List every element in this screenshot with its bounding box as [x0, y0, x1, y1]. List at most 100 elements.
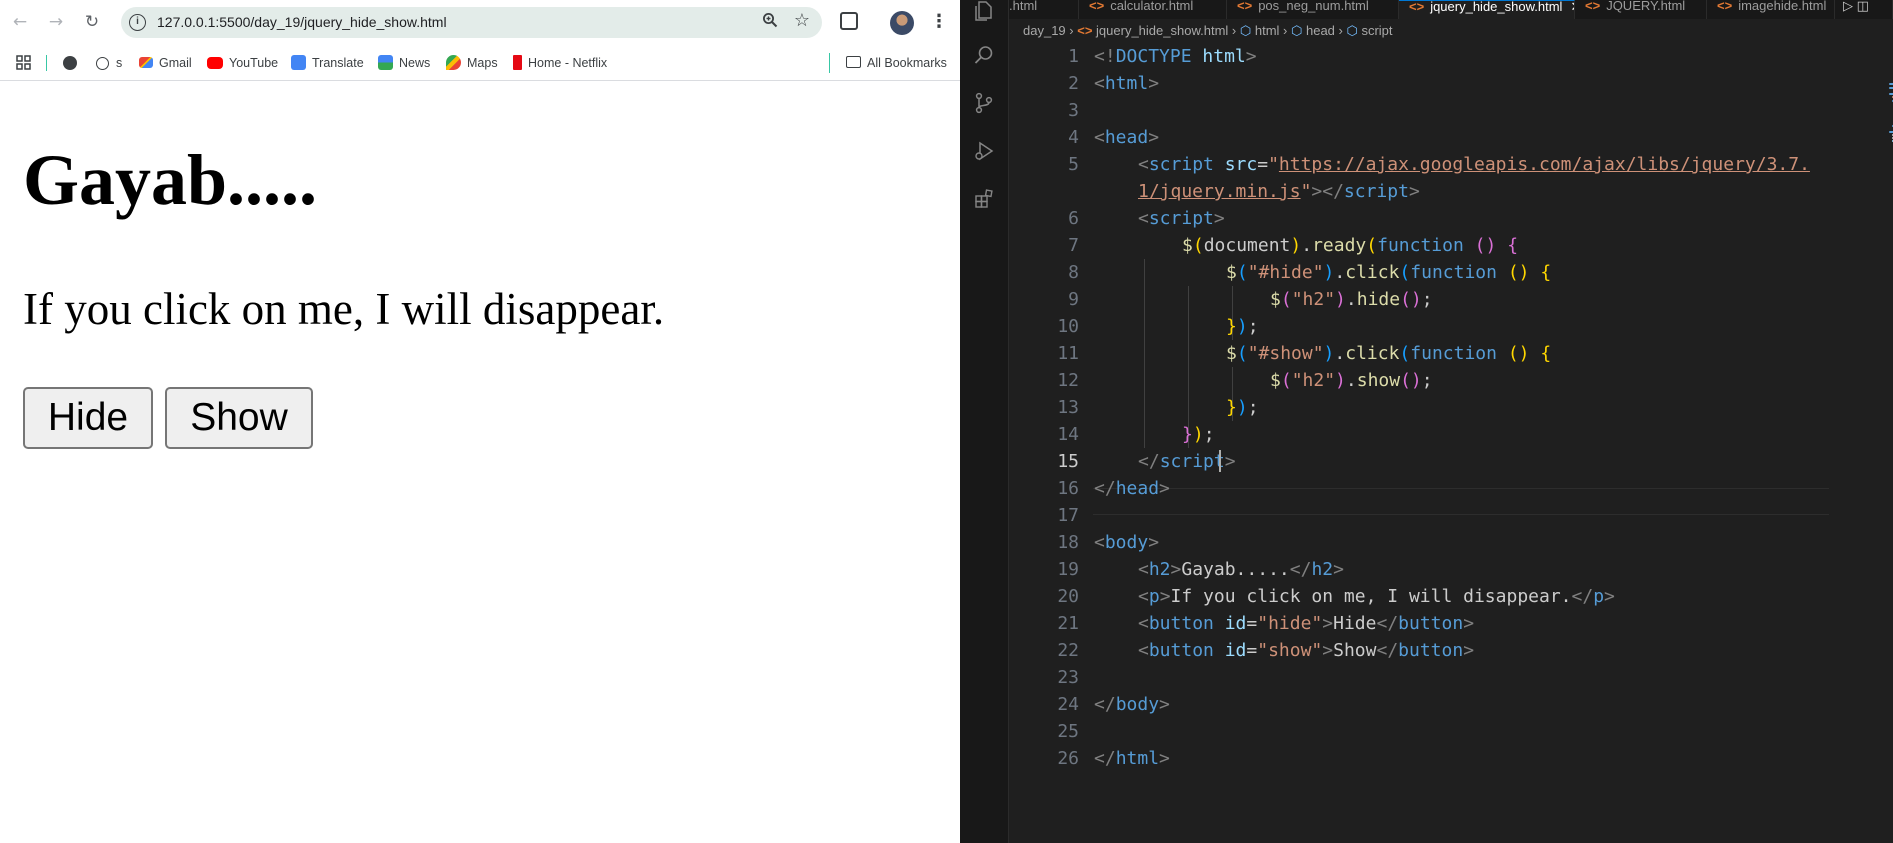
code-line: <button id="show">Show</button>: [1138, 640, 1475, 661]
chevron-right-icon: ›: [1231, 23, 1240, 38]
line-number: 24: [1057, 694, 1079, 715]
run-icon[interactable]: ▷: [1843, 0, 1853, 13]
minimap-line: [1889, 131, 1893, 133]
breadcrumb-folder[interactable]: day_19: [1023, 23, 1066, 38]
code-line: $("h2").show();: [1270, 370, 1433, 391]
code-line: });: [1226, 316, 1259, 337]
forward-arrow-icon[interactable]: →: [44, 10, 68, 34]
tab-jquery[interactable]: <> JQUERY.html: [1575, 0, 1707, 19]
tab-jquery-hide-show[interactable]: <>jquery_hide_show.html✕: [1399, 0, 1575, 19]
url-text[interactable]: 127.0.0.1:5500/day_19/jquery_hide_show.h…: [157, 7, 447, 38]
chevron-right-icon: ›: [1283, 23, 1291, 38]
search-icon[interactable]: [972, 44, 996, 68]
minimap-line: [1889, 87, 1893, 89]
line-number: 22: [1057, 640, 1079, 661]
line-number: 3: [1068, 100, 1079, 121]
code-line: $(document).ready(function () {: [1182, 235, 1519, 256]
bookmark-history[interactable]: s: [96, 45, 122, 81]
line-number: 14: [1057, 424, 1079, 445]
element-icon: ⬡: [1346, 23, 1358, 38]
breadcrumb-head[interactable]: head: [1306, 23, 1335, 38]
reload-icon[interactable]: ↻: [80, 10, 104, 34]
line-number: 4: [1068, 127, 1079, 148]
show-button[interactable]: Show: [165, 387, 313, 449]
all-bookmarks-folder[interactable]: All Bookmarks: [846, 45, 947, 81]
tab-imagehide[interactable]: <> imagehide.html: [1707, 0, 1835, 19]
code-line: });: [1182, 424, 1215, 445]
line-number: 15: [1057, 451, 1079, 472]
html-file-icon: <>: [1089, 0, 1105, 13]
line-number: 16: [1057, 478, 1079, 499]
apps-grid-icon[interactable]: [16, 45, 31, 81]
back-arrow-icon[interactable]: ←: [8, 10, 32, 34]
line-number: 1: [1068, 46, 1079, 67]
bookmark-translate[interactable]: Translate: [291, 45, 364, 81]
address-bar[interactable]: i 127.0.0.1:5500/day_19/jquery_hide_show…: [121, 7, 822, 38]
breadcrumb-script[interactable]: script: [1361, 23, 1392, 38]
activity-bar: [960, 0, 1009, 843]
hide-button[interactable]: Hide: [23, 387, 153, 449]
extensions-icon[interactable]: [972, 188, 996, 212]
text-cursor: [1219, 450, 1221, 472]
tab-calculator[interactable]: <> calculator.html: [1079, 0, 1227, 19]
code-line-wrapped: 1/jquery.min.js"></script>: [1138, 181, 1420, 202]
extensions-icon[interactable]: [840, 12, 858, 30]
explorer-icon[interactable]: [972, 0, 996, 24]
bookmark-star-icon[interactable]: ☆: [794, 10, 810, 31]
bookmark-youtube[interactable]: YouTube: [207, 45, 278, 81]
profile-avatar[interactable]: [890, 11, 914, 35]
code-line: <html>: [1094, 73, 1160, 94]
line-number: 20: [1057, 586, 1079, 607]
zoom-icon[interactable]: [762, 12, 778, 32]
web-page-content: Gayab..... If you click on me, I will di…: [0, 81, 960, 843]
tab-html[interactable]: .html: [1009, 0, 1079, 19]
line-number: 7: [1068, 235, 1079, 256]
netflix-icon: [513, 55, 522, 70]
breadcrumb-html[interactable]: html: [1255, 23, 1280, 38]
news-icon: [378, 55, 393, 70]
code-line: <head>: [1094, 127, 1160, 148]
youtube-icon: [207, 57, 223, 69]
menu-kebab-icon[interactable]: ⋮: [930, 9, 948, 33]
minimap-line: [1889, 93, 1893, 95]
split-editor-icon[interactable]: ◫: [1857, 0, 1869, 13]
history-icon: [96, 57, 109, 70]
editor-actions: ▷ ◫: [1835, 0, 1893, 19]
html-file-icon: <>: [1585, 0, 1601, 13]
code-line: <h2>Gayab.....</h2>: [1138, 559, 1344, 580]
line-number: 17: [1057, 505, 1079, 526]
minimap-line: [1889, 83, 1893, 85]
code-editor-window: .html <> calculator.html <> pos_neg_num.ht…: [960, 0, 1893, 843]
bookmark-netflix[interactable]: Home - Netflix: [513, 45, 607, 81]
code-line: $("h2").hide();: [1270, 289, 1433, 310]
code-line: </head>: [1094, 478, 1170, 499]
site-info-icon[interactable]: i: [129, 14, 146, 31]
code-line: });: [1226, 397, 1259, 418]
minimap[interactable]: [1889, 83, 1893, 143]
code-line: $("#show").click(function () {: [1226, 343, 1552, 364]
element-icon: ⬡: [1291, 23, 1303, 38]
indent-guide: [1144, 259, 1145, 448]
line-number: 21: [1057, 613, 1079, 634]
run-debug-icon[interactable]: [972, 140, 996, 164]
html-file-icon: <>: [1717, 0, 1733, 13]
breadcrumb-file[interactable]: jquery_hide_show.html: [1096, 23, 1228, 38]
line-number: 18: [1057, 532, 1079, 553]
bookmark-globe[interactable]: [63, 45, 83, 81]
gmail-icon: [139, 57, 153, 68]
browser-toolbar: ← → ↻ i 127.0.0.1:5500/day_19/jquery_hid…: [0, 0, 960, 45]
source-control-icon[interactable]: [972, 92, 996, 116]
code-area[interactable]: 1 2 3 4 5 6 7 8 9 10 11 12 13 14 15 16 1…: [1009, 43, 1893, 843]
bookmark-gmail[interactable]: Gmail: [139, 45, 192, 81]
html-file-icon: <>: [1237, 0, 1253, 13]
html-file-icon: <>: [1409, 0, 1425, 14]
page-paragraph: If you click on me, I will disappear.: [23, 284, 665, 334]
maps-icon: [446, 55, 461, 70]
code-line: <body>: [1094, 532, 1160, 553]
bookmark-maps[interactable]: Maps: [446, 45, 498, 81]
line-number: 23: [1057, 667, 1079, 688]
tab-pos-neg-num[interactable]: <> pos_neg_num.html: [1227, 0, 1399, 19]
bookmark-news[interactable]: News: [378, 45, 430, 81]
line-number: 10: [1057, 316, 1079, 337]
code-line: <p>If you click on me, I will disappear.…: [1138, 586, 1615, 607]
